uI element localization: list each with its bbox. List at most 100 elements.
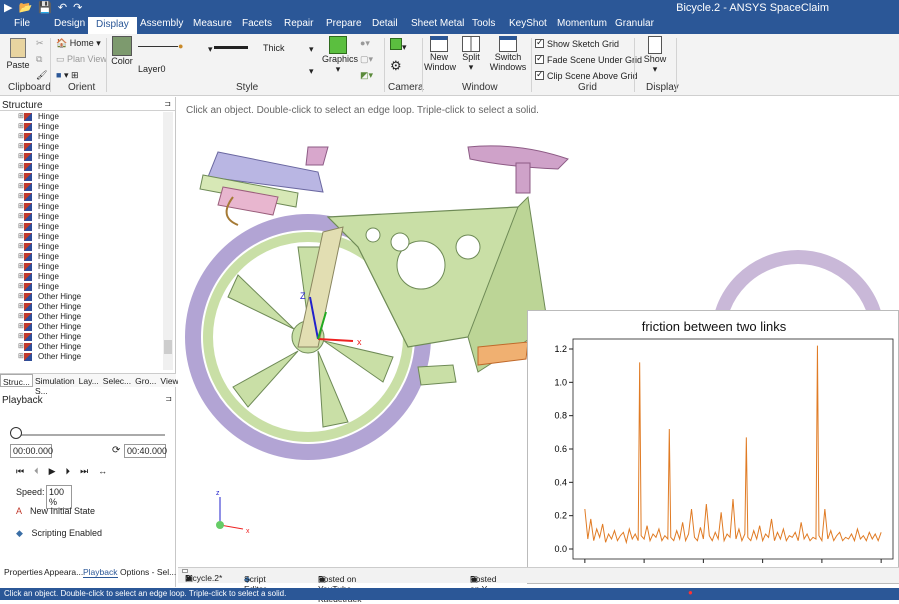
tree-item[interactable]: ⊞ Other Hinge: [0, 302, 174, 312]
tab-detail[interactable]: Detail: [372, 18, 398, 29]
new-initial-state-button[interactable]: A New Initial State: [16, 506, 95, 516]
tree-item[interactable]: ⊞ Hinge: [0, 202, 174, 212]
tree-item[interactable]: ⊞ Hinge: [0, 262, 174, 272]
tab-assembly[interactable]: Assembly: [140, 18, 183, 29]
loop-icon[interactable]: ⟳: [112, 445, 120, 456]
clip-scene-checkbox[interactable]: Clip Scene Above Grid: [535, 69, 638, 81]
expand-icon[interactable]: ⊞: [18, 292, 24, 302]
tab-measure[interactable]: Measure: [193, 18, 232, 29]
expand-icon[interactable]: ⊞: [18, 132, 24, 142]
tree-item[interactable]: ⊞ Hinge: [0, 232, 174, 242]
tab-design[interactable]: Design: [54, 18, 85, 29]
expand-icon[interactable]: ⊞: [18, 322, 24, 332]
new-window-button[interactable]: New Window: [424, 36, 456, 72]
expand-icon[interactable]: ⊞: [18, 182, 24, 192]
sphere-icon[interactable]: ●▾: [360, 38, 370, 49]
tree-item[interactable]: ⊞ Hinge: [0, 182, 174, 192]
expand-icon[interactable]: ⊞: [18, 162, 24, 172]
paste-button[interactable]: Paste: [4, 38, 32, 70]
tree-item[interactable]: ⊞ Hinge: [0, 112, 174, 122]
expand-icon[interactable]: ⊞: [18, 252, 24, 262]
camera-settings-icon[interactable]: ⚙: [390, 58, 402, 74]
tree-item[interactable]: ⊞ Hinge: [0, 192, 174, 202]
timeline-track[interactable]: [15, 434, 165, 436]
tab-prepare[interactable]: Prepare: [326, 18, 362, 29]
tree-item[interactable]: ⊞ Hinge: [0, 272, 174, 282]
loop-range-icon[interactable]: ↔: [98, 466, 107, 477]
close-icon[interactable]: ✕: [185, 573, 192, 584]
end-time-field[interactable]: 00:40.000: [124, 444, 167, 458]
shaded-icon[interactable]: ◩▾: [360, 70, 373, 81]
tab-options-selection[interactable]: Options - Sel...: [120, 567, 176, 577]
split-button[interactable]: Split ▾: [458, 36, 484, 73]
scrollbar-thumb[interactable]: [164, 340, 172, 354]
copy-icon[interactable]: ⧉: [36, 54, 42, 65]
layer-label[interactable]: Layer0: [138, 64, 166, 74]
format-painter-icon[interactable]: 🖌: [36, 70, 47, 81]
tab-selection[interactable]: Selec...: [101, 374, 133, 387]
tab-structure[interactable]: Struc...: [0, 374, 33, 387]
pedal[interactable]: [417, 364, 457, 386]
step-back-icon[interactable]: ⏴: [34, 466, 39, 477]
tree-item[interactable]: ⊞ Hinge: [0, 132, 174, 142]
camera-cube-icon[interactable]: ▾: [390, 38, 407, 53]
show-button[interactable]: Show ▾: [640, 36, 670, 75]
expand-icon[interactable]: ⊞: [18, 222, 24, 232]
tree-item[interactable]: ⊞ Hinge: [0, 252, 174, 262]
tab-layers[interactable]: Lay...: [77, 374, 101, 387]
line-weight-dropdown[interactable]: ▾: [309, 44, 314, 55]
expand-icon[interactable]: ⊞: [18, 232, 24, 242]
expand-icon[interactable]: ⊞: [18, 152, 24, 162]
expand-icon[interactable]: ⊞: [18, 302, 24, 312]
tab-tools[interactable]: Tools: [472, 18, 495, 29]
tree-item[interactable]: ⊞ Hinge: [0, 212, 174, 222]
expand-icon[interactable]: ⊞: [18, 172, 24, 182]
show-sketch-grid-checkbox[interactable]: Show Sketch Grid: [535, 37, 619, 49]
line-style-sample[interactable]: [138, 46, 178, 47]
expand-icon[interactable]: ⊞: [18, 262, 24, 272]
tree-item[interactable]: ⊞ Other Hinge: [0, 332, 174, 342]
tree-item[interactable]: ⊞ Other Hinge: [0, 322, 174, 332]
tab-sheet-metal[interactable]: Sheet Metal: [411, 18, 464, 29]
tab-repair[interactable]: Repair: [284, 18, 313, 29]
tree-item[interactable]: ⊞ Hinge: [0, 162, 174, 172]
expand-icon[interactable]: ⊞: [18, 332, 24, 342]
open-icon[interactable]: 📂: [18, 1, 32, 14]
step-forward-icon[interactable]: ⏵: [66, 466, 71, 477]
tab-granular[interactable]: Granular: [615, 18, 654, 29]
line-weight-sample[interactable]: [214, 46, 248, 49]
tree-scrollbar[interactable]: [163, 112, 173, 370]
tree-item[interactable]: ⊞ Other Hinge: [0, 292, 174, 302]
expand-icon[interactable]: ⊞: [18, 202, 24, 212]
skip-to-start-icon[interactable]: ⏮: [16, 466, 24, 477]
tree-item[interactable]: ⊞ Other Hinge: [0, 352, 174, 362]
pin-icon[interactable]: ⊐: [165, 394, 172, 403]
tree-item[interactable]: ⊞ Hinge: [0, 122, 174, 132]
line-style-dropdown[interactable]: ▾: [208, 44, 213, 55]
plan-view-button[interactable]: ▭ Plan View: [56, 54, 107, 65]
tab-properties[interactable]: Properties: [4, 567, 43, 577]
skip-to-end-icon[interactable]: ⏭: [80, 466, 88, 477]
tree-item[interactable]: ⊞ Hinge: [0, 172, 174, 182]
view-cube-button[interactable]: ■ ▾ ⊞: [56, 70, 79, 81]
expand-icon[interactable]: ⊞: [18, 342, 24, 352]
expand-icon[interactable]: ⊞: [18, 312, 24, 322]
play-icon[interactable]: ▶: [49, 466, 56, 477]
tree-item[interactable]: ⊞ Hinge: [0, 282, 174, 292]
tree-item[interactable]: ⊞ Other Hinge: [0, 342, 174, 352]
redo-icon[interactable]: ↷: [73, 1, 82, 14]
switch-windows-button[interactable]: Switch Windows: [488, 36, 528, 72]
expand-icon[interactable]: ⊞: [18, 192, 24, 202]
cut-icon[interactable]: ✂: [36, 38, 44, 49]
line-weight-label[interactable]: Thick: [263, 43, 285, 53]
tab-groups[interactable]: Gro...: [133, 374, 158, 387]
home-button[interactable]: 🏠 Home ▾: [56, 38, 101, 49]
scripting-enabled-toggle[interactable]: ◆ Scripting Enabled: [16, 528, 102, 539]
expand-icon[interactable]: ⊞: [18, 352, 24, 362]
save-icon[interactable]: 💾: [38, 1, 52, 14]
zoom-extents-icon[interactable]: ⊞: [71, 70, 79, 80]
expand-icon[interactable]: ⊞: [18, 212, 24, 222]
tree-item[interactable]: ⊞ Hinge: [0, 222, 174, 232]
error-icon[interactable]: ●: [688, 588, 693, 597]
tab-display[interactable]: Display: [88, 17, 137, 34]
